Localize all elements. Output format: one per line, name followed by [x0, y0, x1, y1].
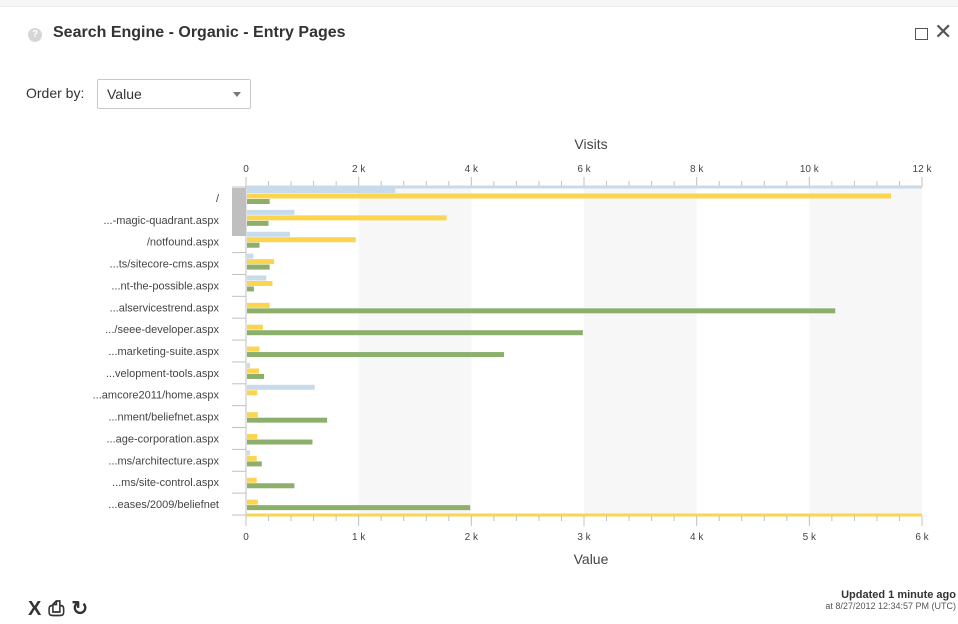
bar [247, 505, 471, 511]
scroll-thumb [232, 188, 246, 236]
bar [247, 264, 270, 270]
top-tick-label: 0 [243, 164, 249, 175]
bar [247, 237, 356, 243]
bar [247, 450, 250, 456]
bottom-tick-label: 0 [243, 532, 249, 543]
category-label: ...amcore2011/home.aspx [93, 390, 220, 402]
top-tick-label: 8 k [690, 164, 704, 175]
bottom-tick-label: 5 k [803, 532, 817, 543]
bar [247, 193, 892, 199]
bottom-tick-label: 2 k [465, 532, 479, 543]
bar [247, 483, 295, 489]
category-label: /notfound.aspx [147, 237, 220, 249]
category-label: ...-magic-quadrant.aspx [103, 215, 219, 227]
grid-band [809, 187, 922, 515]
bar [247, 439, 313, 445]
bar [247, 259, 275, 265]
bottom-tick-label: 4 k [690, 532, 704, 543]
bar [247, 362, 250, 368]
bar [247, 324, 263, 330]
category-label: ...marketing-suite.aspx [108, 346, 219, 358]
category-label: ...ts/sitecore-cms.aspx [110, 259, 220, 271]
bar [247, 412, 258, 418]
top-axis-title: Visits [574, 136, 607, 152]
bar [247, 308, 836, 314]
bar [247, 286, 254, 292]
updated-timestamp: at 8/27/2012 12:34:57 PM (UTC) [825, 601, 956, 611]
category-label: ...ms/site-control.aspx [112, 477, 219, 489]
category-label: / [216, 193, 220, 205]
top-tick-label: 12 k [913, 164, 933, 175]
updated-info: Updated 1 minute ago at 8/27/2012 12:34:… [825, 589, 956, 611]
bottom-tick-label: 6 k [915, 532, 929, 543]
bar [247, 455, 257, 461]
entry-pages-chart: Visits 0 2 k 4 k 6 k 8 k 10 k 12 k 0 1 k 2 k 3 k 4 k… [93, 136, 933, 567]
bar [247, 499, 258, 505]
bar [247, 188, 396, 193]
bar [247, 352, 505, 358]
grid-band [358, 187, 472, 515]
report-icon[interactable]: ⎙ [48, 598, 64, 620]
bar [247, 390, 258, 396]
bar [247, 417, 328, 423]
bar [247, 199, 270, 204]
category-label: .../seee-developer.aspx [105, 324, 219, 336]
bar [247, 477, 257, 483]
bar [247, 215, 447, 221]
bar [247, 330, 583, 336]
bar [247, 280, 273, 286]
bar [247, 461, 262, 467]
bar [247, 434, 258, 440]
bar [247, 275, 267, 281]
category-label: ...nt-the-possible.aspx [111, 280, 219, 292]
bottom-tick-label: 3 k [577, 532, 591, 543]
category-label: ...ms/architecture.aspx [108, 455, 219, 467]
bottom-tick-label: 1 k [352, 532, 366, 543]
category-label: ...velopment-tools.aspx [106, 368, 220, 380]
footer-toolbar: X ⎙ ↻ [28, 596, 95, 621]
bar [247, 368, 259, 374]
grid-band [584, 187, 697, 515]
refresh-icon[interactable]: ↻ [71, 598, 88, 620]
category-label: ...nment/beliefnet.aspx [108, 412, 219, 424]
bar [247, 231, 290, 237]
bar [247, 209, 295, 215]
bar [247, 220, 269, 226]
bar [247, 253, 254, 259]
top-tick-label: 6 k [577, 164, 591, 175]
bar [247, 346, 260, 352]
bar [247, 302, 270, 308]
top-tick-label: 4 k [465, 164, 479, 175]
bar [247, 373, 265, 379]
bar [247, 242, 260, 248]
top-tick-label: 2 k [352, 164, 366, 175]
bar [247, 384, 315, 390]
top-tick-label: 10 k [800, 164, 820, 175]
bottom-axis-title: Value [574, 551, 609, 567]
excel-export-icon[interactable]: X [28, 598, 41, 620]
updated-label: Updated 1 minute ago [841, 589, 956, 601]
category-label: ...eases/2009/beliefnet [108, 499, 219, 511]
category-label: ...age-corporation.aspx [106, 433, 219, 445]
category-label: ...alservicestrend.aspx [110, 302, 220, 314]
